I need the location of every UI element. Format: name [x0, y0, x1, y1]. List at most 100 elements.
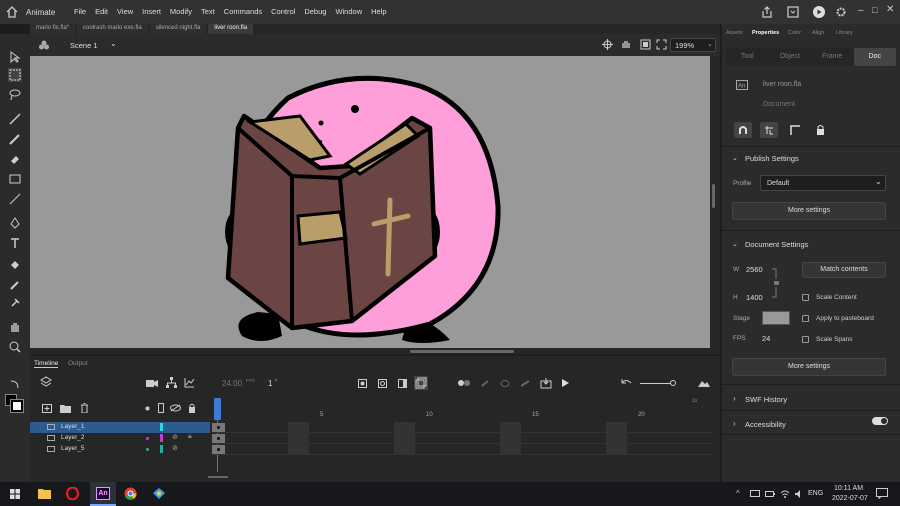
timeline-scrollbar[interactable] [208, 476, 228, 478]
eyedropper-icon[interactable] [8, 278, 22, 292]
zoom-tool-icon[interactable] [8, 340, 22, 354]
insert-frame-icon[interactable] [540, 378, 552, 389]
layer-row[interactable]: Layer_5 ⊘ [30, 444, 210, 455]
animate-taskbar-button[interactable]: An [90, 482, 116, 506]
layer-row[interactable]: Layer_1 [30, 422, 210, 433]
share-icon[interactable] [760, 5, 774, 19]
menu-item-help[interactable]: Help [371, 7, 386, 16]
app-icon[interactable] [152, 487, 166, 500]
lasso-icon[interactable] [8, 88, 22, 102]
accessibility-title[interactable]: Accessibility [745, 420, 786, 429]
magnet-button[interactable] [734, 122, 752, 138]
camera-icon[interactable] [146, 378, 158, 388]
frame-row[interactable] [212, 433, 712, 444]
tab-timeline[interactable]: Timeline [34, 360, 59, 368]
window-icon[interactable] [786, 5, 800, 19]
frame-row[interactable] [212, 444, 712, 455]
stage-h-scrollbar[interactable] [410, 350, 514, 353]
notification-icon[interactable] [876, 488, 888, 499]
menu-item-window[interactable]: Window [335, 7, 362, 16]
chrome-icon[interactable] [124, 487, 137, 500]
snap-button[interactable] [760, 122, 778, 138]
frame-value[interactable]: 1 [268, 379, 272, 388]
swf-history-title[interactable]: SWF History [745, 395, 787, 404]
hide-icon[interactable]: ⊘ [172, 433, 178, 441]
windows-start-icon[interactable] [10, 489, 20, 499]
swap-colors-icon[interactable] [8, 378, 22, 392]
document-settings-title[interactable]: Document Settings [745, 240, 808, 249]
stage-color-swatch[interactable] [762, 311, 790, 325]
menu-item-debug[interactable]: Debug [304, 7, 326, 16]
tab-output[interactable]: Output [68, 360, 88, 367]
minimize-icon[interactable]: – [858, 5, 864, 16]
play-test-icon[interactable] [812, 5, 826, 19]
menu-item-modify[interactable]: Modify [170, 7, 192, 16]
menu-item-commands[interactable]: Commands [224, 7, 262, 16]
trash-icon[interactable] [80, 403, 89, 413]
outline-icon[interactable] [158, 403, 164, 413]
fps-field[interactable]: 24 [762, 334, 770, 343]
profile-select[interactable]: Default ⌄ [760, 175, 886, 191]
network-icon[interactable] [750, 490, 760, 498]
accessibility-toggle[interactable] [872, 417, 888, 425]
keyframe-icon[interactable] [358, 379, 367, 388]
clip-icon[interactable] [640, 39, 651, 50]
corner-icon[interactable] [790, 125, 800, 135]
frame-row[interactable] [212, 422, 712, 433]
apply-pasteboard-checkbox[interactable] [802, 315, 809, 322]
eraser-icon[interactable] [8, 152, 22, 166]
layers-icon[interactable] [40, 376, 52, 388]
brush-icon[interactable] [8, 132, 22, 146]
panel-tab-library[interactable]: Library [836, 30, 853, 36]
scale-content-checkbox[interactable] [802, 294, 809, 301]
add-layer-icon[interactable] [42, 404, 52, 413]
zoom-field[interactable]: 199% ⌄ [670, 38, 716, 52]
rotate-stage-icon[interactable] [620, 38, 633, 51]
highlight-icon[interactable] [145, 406, 150, 411]
fill-color-swatch[interactable] [10, 399, 24, 413]
subtab-frame[interactable]: Frame [811, 48, 854, 66]
menu-item-text[interactable]: Text [201, 7, 215, 16]
chevron-right-icon[interactable]: › [733, 394, 736, 403]
publish-settings-title[interactable]: Publish Settings [745, 154, 799, 163]
maximize-icon[interactable]: □ [872, 5, 877, 15]
subtab-object[interactable]: Object [769, 48, 812, 66]
playhead[interactable] [214, 398, 221, 420]
frame-icon[interactable] [398, 379, 407, 388]
document-tab[interactable]: silenced night.fla [149, 24, 207, 34]
fps-value[interactable]: 24.00 [222, 379, 242, 388]
scale-spans-checkbox[interactable] [802, 336, 809, 343]
lock-icon[interactable] [188, 403, 196, 413]
selection-tool-icon[interactable] [8, 50, 22, 64]
onion-skin-icon[interactable] [414, 376, 428, 390]
match-contents-button[interactable]: Match contents [802, 262, 886, 278]
text-tool-icon[interactable] [8, 236, 22, 250]
lock-icon[interactable] [816, 124, 825, 135]
layer-name[interactable]: Layer_1 [61, 423, 85, 430]
width-value[interactable]: 2560 [746, 265, 763, 274]
undo-icon[interactable] [620, 378, 632, 388]
menu-item-file[interactable]: File [74, 7, 86, 16]
frame-ruler[interactable]: 5 10 15 20 1s [212, 398, 712, 418]
graph-icon[interactable] [184, 377, 195, 388]
hand-tool-icon[interactable] [8, 320, 22, 334]
stage-v-scrollbar[interactable] [712, 184, 715, 208]
pin-icon[interactable] [8, 296, 22, 310]
parenting-icon[interactable] [166, 377, 177, 388]
subtab-doc[interactable]: Doc [853, 48, 896, 66]
frame-grid[interactable] [212, 422, 712, 458]
clock-time[interactable]: 10:11 AM [834, 485, 863, 492]
panel-tab-properties[interactable]: Properties [752, 30, 779, 36]
timeline-zoom-slider[interactable] [640, 383, 674, 384]
center-stage-icon[interactable] [602, 39, 613, 50]
slider-thumb[interactable] [670, 380, 676, 386]
scene-icon[interactable] [38, 39, 50, 51]
layer-color[interactable] [160, 445, 163, 453]
subtab-tool[interactable]: Tool [726, 48, 769, 66]
hide-icon[interactable]: ⊘ [172, 444, 178, 452]
tween-icon[interactable] [458, 379, 470, 387]
home-icon[interactable] [6, 6, 18, 18]
hide-icon[interactable] [170, 404, 181, 412]
close-icon[interactable]: ✕ [886, 4, 894, 15]
artwork[interactable] [30, 56, 710, 348]
